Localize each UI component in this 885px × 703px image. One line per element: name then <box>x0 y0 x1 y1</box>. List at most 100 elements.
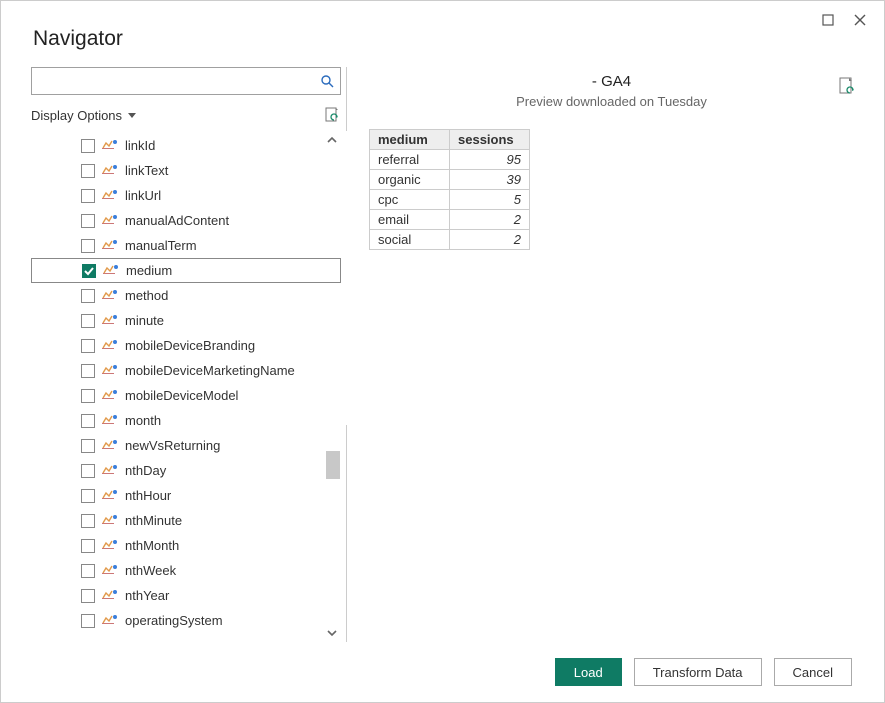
checkbox[interactable] <box>81 139 95 153</box>
checkbox[interactable] <box>81 614 95 628</box>
dimension-icon <box>101 539 119 553</box>
search-box[interactable] <box>31 67 341 95</box>
checkbox[interactable] <box>81 514 95 528</box>
tree-item[interactable]: operatingSystem <box>31 608 341 633</box>
table-row[interactable]: referral95 <box>370 150 530 170</box>
table-row[interactable]: cpc5 <box>370 190 530 210</box>
chevron-down-icon <box>128 113 136 118</box>
dialog-footer: Load Transform Data Cancel <box>555 658 852 686</box>
table-row[interactable]: social2 <box>370 230 530 250</box>
tree-item[interactable]: month <box>31 408 341 433</box>
tree-item-label: operatingSystem <box>125 613 223 628</box>
dialog-title: Navigator <box>33 27 123 51</box>
dimension-icon <box>101 339 119 353</box>
column-header[interactable]: sessions <box>450 130 530 150</box>
table-row[interactable]: email2 <box>370 210 530 230</box>
checkbox[interactable] <box>81 489 95 503</box>
checkbox[interactable] <box>81 164 95 178</box>
checkbox[interactable] <box>81 589 95 603</box>
tree-item[interactable]: medium <box>31 258 341 283</box>
search-button[interactable] <box>318 72 336 90</box>
dimension-icon <box>101 564 119 578</box>
tree-item[interactable]: newVsReturning <box>31 433 341 458</box>
scroll-thumb[interactable] <box>326 451 340 479</box>
tree-item-label: mobileDeviceModel <box>125 388 238 403</box>
dimension-icon <box>101 364 119 378</box>
checkbox[interactable] <box>81 189 95 203</box>
tree-item[interactable]: minute <box>31 308 341 333</box>
tree-item[interactable]: manualAdContent <box>31 208 341 233</box>
maximize-icon <box>822 14 834 26</box>
cell-medium: cpc <box>370 190 450 210</box>
checkbox[interactable] <box>81 214 95 228</box>
cell-medium: organic <box>370 170 450 190</box>
load-button[interactable]: Load <box>555 658 622 686</box>
cell-medium: social <box>370 230 450 250</box>
dimension-icon <box>101 139 119 153</box>
tree-item-label: manualTerm <box>125 238 197 253</box>
tree-item[interactable]: nthWeek <box>31 558 341 583</box>
tree-item[interactable]: nthMinute <box>31 508 341 533</box>
checkbox[interactable] <box>81 564 95 578</box>
tree-item[interactable]: nthHour <box>31 483 341 508</box>
checkbox[interactable] <box>81 439 95 453</box>
checkbox[interactable] <box>81 464 95 478</box>
checkbox[interactable] <box>82 264 96 278</box>
tree-item-label: nthDay <box>125 463 166 478</box>
tree-item[interactable]: linkText <box>31 158 341 183</box>
dimension-tree: linkIdlinkTextlinkUrl manualAdContent manu… <box>31 131 341 633</box>
dimension-icon <box>101 439 119 453</box>
dimension-icon <box>101 164 119 178</box>
display-options-dropdown[interactable]: Display Options <box>31 108 136 123</box>
tree-item[interactable]: linkId <box>31 133 341 158</box>
tree-item[interactable]: method <box>31 283 341 308</box>
dimension-icon <box>101 414 119 428</box>
tree-item[interactable]: nthDay <box>31 458 341 483</box>
tree-item-label: manualAdContent <box>125 213 229 228</box>
tree-item-label: nthWeek <box>125 563 176 578</box>
dimension-icon <box>101 389 119 403</box>
dimension-icon <box>101 464 119 478</box>
checkbox[interactable] <box>81 414 95 428</box>
dimension-icon <box>101 289 119 303</box>
dimension-icon <box>101 514 119 528</box>
tree-item[interactable]: manualTerm <box>31 233 341 258</box>
tree-item[interactable]: nthYear <box>31 583 341 608</box>
checkbox[interactable] <box>81 314 95 328</box>
checkbox[interactable] <box>81 289 95 303</box>
cell-medium: email <box>370 210 450 230</box>
refresh-button[interactable] <box>323 106 341 124</box>
checkbox[interactable] <box>81 539 95 553</box>
maximize-button[interactable] <box>814 9 842 31</box>
dimension-icon <box>101 489 119 503</box>
close-button[interactable] <box>846 9 874 31</box>
tree-item[interactable]: mobileDeviceModel <box>31 383 341 408</box>
checkbox[interactable] <box>81 364 95 378</box>
tree-item-label: minute <box>125 313 164 328</box>
checkbox[interactable] <box>81 389 95 403</box>
tree-item-label: mobileDeviceBranding <box>125 338 255 353</box>
pane-divider <box>346 67 347 131</box>
tree-scrollbar[interactable] <box>323 131 341 642</box>
tree-item[interactable]: mobileDeviceBranding <box>31 333 341 358</box>
titlebar <box>1 1 884 43</box>
table-row[interactable]: organic39 <box>370 170 530 190</box>
scroll-down-button[interactable] <box>323 624 341 642</box>
tree-item[interactable]: linkUrl <box>31 183 341 208</box>
preview-pane: - GA4 Preview downloaded on Tuesday medi… <box>341 67 854 642</box>
search-input[interactable] <box>36 72 318 91</box>
preview-options-button[interactable] <box>838 77 856 97</box>
chevron-down-icon <box>326 627 338 639</box>
scroll-up-button[interactable] <box>323 131 341 149</box>
tree-item[interactable]: nthMonth <box>31 533 341 558</box>
cancel-button[interactable]: Cancel <box>774 658 852 686</box>
column-header[interactable]: medium <box>370 130 450 150</box>
tree-item-label: nthHour <box>125 488 171 503</box>
tree-item-label: mobileDeviceMarketingName <box>125 363 295 378</box>
dimension-icon <box>101 189 119 203</box>
dimension-icon <box>101 239 119 253</box>
transform-data-button[interactable]: Transform Data <box>634 658 762 686</box>
checkbox[interactable] <box>81 339 95 353</box>
tree-item[interactable]: mobileDeviceMarketingName <box>31 358 341 383</box>
checkbox[interactable] <box>81 239 95 253</box>
